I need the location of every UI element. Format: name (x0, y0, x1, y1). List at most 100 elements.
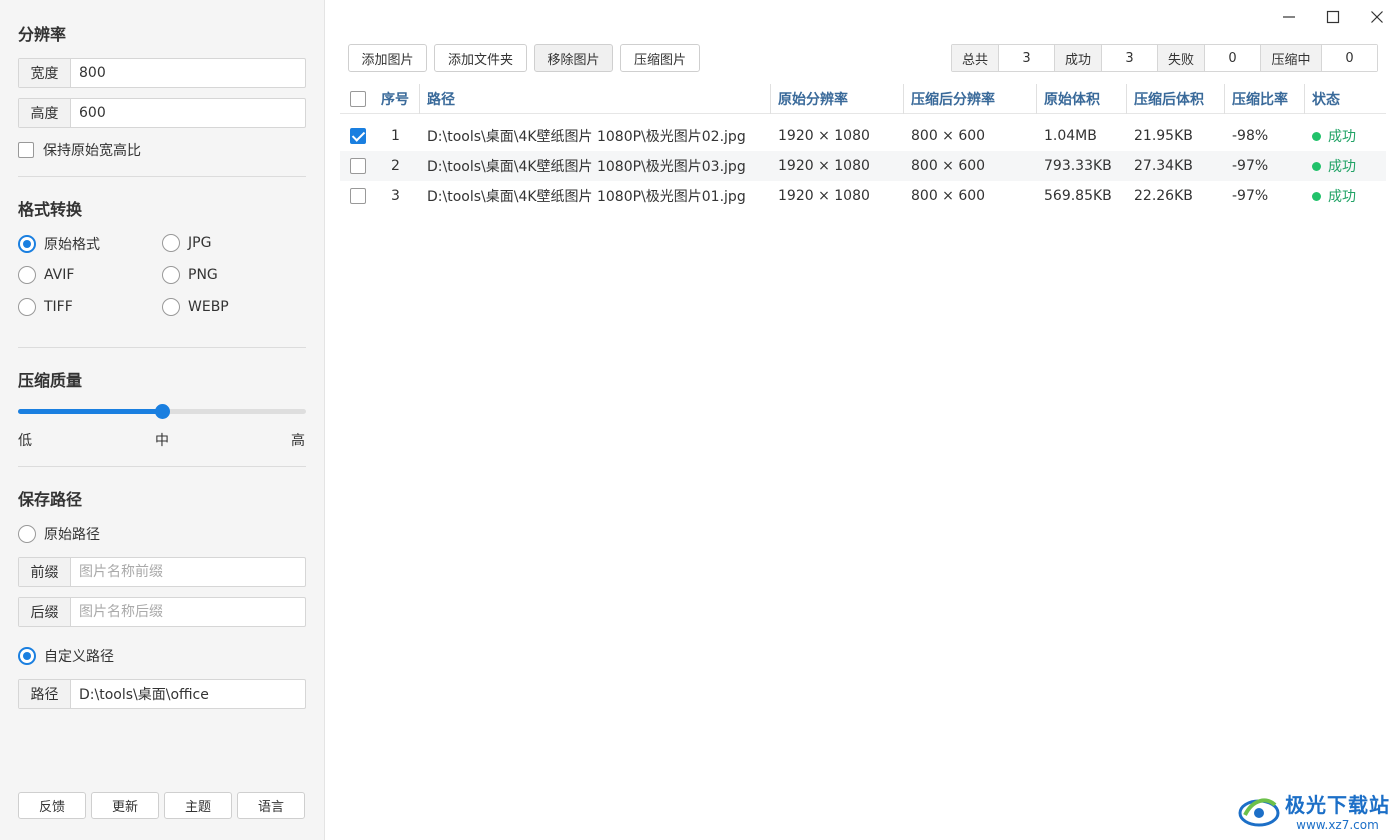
col-new-size[interactable]: 压缩后体积 (1126, 84, 1204, 114)
prefix-input[interactable] (71, 558, 305, 586)
quality-slider[interactable] (18, 404, 306, 419)
col-orig-size[interactable]: 原始体积 (1036, 84, 1100, 114)
save-path-title: 保存路径 (18, 490, 83, 509)
cell-ratio: -98% (1232, 128, 1269, 144)
cell-new-size: 27.34KB (1134, 158, 1193, 174)
divider (18, 466, 306, 467)
col-index[interactable]: 序号 (381, 84, 409, 114)
table-row[interactable]: 1 D:\tools\桌面\4K壁纸图片 1080P\极光图片02.jpg 19… (340, 121, 1386, 151)
watermark-url: www.xz7.com (1296, 818, 1379, 832)
keep-ratio-checkbox[interactable]: 保持原始宽高比 (18, 140, 141, 160)
save-radio-original[interactable]: 原始路径 (18, 524, 100, 544)
format-radio-avif[interactable]: AVIF (18, 266, 74, 284)
theme-button[interactable]: 主题 (164, 792, 232, 819)
add-image-button[interactable]: 添加图片 (348, 44, 427, 72)
format-radio-png[interactable]: PNG (162, 266, 218, 284)
close-icon (1371, 11, 1383, 23)
table-row[interactable]: 2 D:\tools\桌面\4K壁纸图片 1080P\极光图片03.jpg 19… (340, 151, 1386, 181)
height-input[interactable] (71, 99, 305, 127)
language-button[interactable]: 语言 (237, 792, 305, 819)
radio-dot[interactable] (18, 525, 36, 543)
format-option-label: TIFF (44, 299, 73, 315)
col-ratio[interactable]: 压缩比率 (1224, 84, 1288, 114)
status-dot-icon (1312, 161, 1321, 171)
width-input[interactable] (71, 59, 305, 87)
status-text: 成功 (1328, 129, 1356, 145)
format-radio-jpg[interactable]: JPG (162, 234, 211, 252)
watermark-name: 极光下载站 (1285, 793, 1390, 817)
quality-title: 压缩质量 (18, 371, 83, 390)
col-path[interactable]: 路径 (419, 84, 455, 114)
stat-success-value: 3 (1102, 45, 1158, 71)
path-input[interactable] (71, 680, 305, 708)
stat-compressing-label: 压缩中 (1261, 45, 1322, 71)
radio-dot[interactable] (18, 235, 36, 253)
row-checkbox[interactable] (350, 158, 366, 174)
cell-orig-res: 1920 × 1080 (778, 128, 870, 144)
col-status[interactable]: 状态 (1304, 84, 1340, 114)
save-radio-custom[interactable]: 自定义路径 (18, 646, 114, 666)
suffix-input[interactable] (71, 598, 305, 626)
col-new-res[interactable]: 压缩后分辨率 (903, 84, 995, 114)
cell-new-size: 21.95KB (1134, 128, 1193, 144)
stat-total-value: 3 (999, 45, 1055, 71)
resolution-title: 分辨率 (18, 25, 67, 44)
height-field: 高度 (18, 98, 306, 128)
height-label: 高度 (19, 99, 71, 127)
format-option-label: PNG (188, 267, 218, 283)
stat-fail-value: 0 (1205, 45, 1261, 71)
cell-status: 成功 (1312, 121, 1356, 151)
cell-path: D:\tools\桌面\4K壁纸图片 1080P\极光图片03.jpg (427, 159, 746, 175)
maximize-button[interactable] (1320, 6, 1346, 28)
stat-total-label: 总共 (952, 45, 999, 71)
radio-dot[interactable] (162, 234, 180, 252)
checkbox-box[interactable] (18, 142, 34, 158)
suffix-label: 后缀 (19, 598, 71, 626)
format-option-label: 原始格式 (44, 237, 100, 253)
status-dot-icon (1312, 191, 1321, 201)
cell-ratio: -97% (1232, 188, 1269, 204)
cell-new-res: 800 × 600 (911, 128, 986, 144)
row-checkbox[interactable] (350, 188, 366, 204)
add-folder-button[interactable]: 添加文件夹 (434, 44, 527, 72)
slider-fill (18, 409, 162, 414)
table-row[interactable]: 3 D:\tools\桌面\4K壁纸图片 1080P\极光图片01.jpg 19… (340, 181, 1386, 211)
format-radio-webp[interactable]: WEBP (162, 298, 229, 316)
format-radio-tiff[interactable]: TIFF (18, 298, 73, 316)
status-dot-icon (1312, 131, 1321, 141)
feedback-button[interactable]: 反馈 (18, 792, 86, 819)
radio-dot[interactable] (18, 266, 36, 284)
status-text: 成功 (1328, 189, 1356, 205)
select-all-checkbox[interactable] (350, 91, 366, 107)
remove-image-button[interactable]: 移除图片 (534, 44, 613, 72)
cell-orig-size: 569.85KB (1044, 188, 1112, 204)
radio-dot[interactable] (18, 298, 36, 316)
stat-compressing-value: 0 (1322, 45, 1377, 71)
format-title: 格式转换 (18, 200, 83, 219)
cell-new-res: 800 × 600 (911, 158, 986, 174)
row-checkbox[interactable] (350, 128, 366, 144)
radio-dot[interactable] (162, 298, 180, 316)
compress-image-button[interactable]: 压缩图片 (620, 44, 700, 72)
table-header: 序号 路径 原始分辨率 压缩后分辨率 原始体积 压缩后体积 压缩比率 状态 (340, 84, 1386, 114)
cell-status: 成功 (1312, 181, 1356, 211)
update-button[interactable]: 更新 (91, 792, 159, 819)
divider (18, 347, 306, 348)
cell-orig-res: 1920 × 1080 (778, 188, 870, 204)
maximize-icon (1326, 10, 1340, 24)
format-radio-original[interactable]: 原始格式 (18, 234, 100, 254)
quality-low-label: 低 (18, 433, 32, 449)
radio-dot[interactable] (18, 647, 36, 665)
width-field: 宽度 (18, 58, 306, 88)
cell-new-res: 800 × 600 (911, 188, 986, 204)
save-original-label: 原始路径 (44, 527, 100, 543)
watermark: 极光下载站 www.xz7.com (1237, 789, 1390, 832)
col-orig-res[interactable]: 原始分辨率 (770, 84, 848, 114)
width-label: 宽度 (19, 59, 71, 87)
minimize-button[interactable] (1276, 6, 1302, 28)
cell-new-size: 22.26KB (1134, 188, 1193, 204)
slider-thumb[interactable] (155, 404, 170, 419)
radio-dot[interactable] (162, 266, 180, 284)
close-button[interactable] (1364, 6, 1390, 28)
cell-index: 2 (391, 158, 400, 174)
